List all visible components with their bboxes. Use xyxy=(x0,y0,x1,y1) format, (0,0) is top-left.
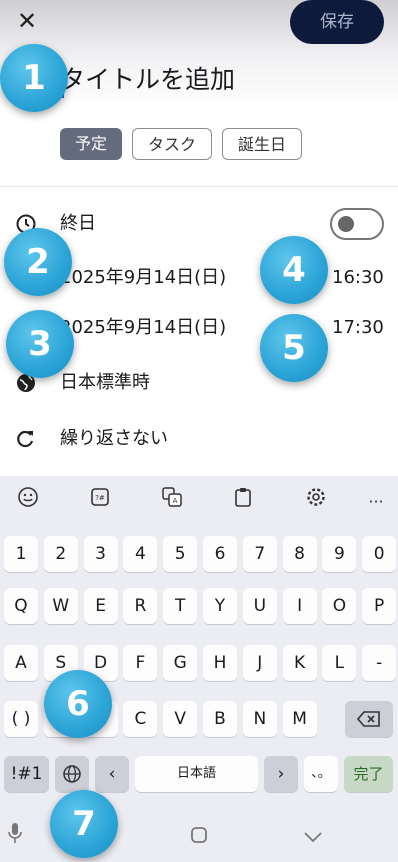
key[interactable]: U xyxy=(242,588,277,624)
annotation-badge: 6 xyxy=(44,670,112,738)
start-time[interactable]: 16:30 xyxy=(332,265,384,291)
key[interactable]: 2 xyxy=(43,536,78,572)
key[interactable]: 5 xyxy=(163,536,198,572)
more-icon[interactable]: ··· xyxy=(360,486,392,518)
divider xyxy=(0,186,398,187)
annotation-badge: 4 xyxy=(260,236,328,304)
annotation-badge: 2 xyxy=(4,228,72,296)
key[interactable]: 7 xyxy=(242,536,277,572)
key[interactable]: 9 xyxy=(322,536,357,572)
space-key[interactable]: 日本語 xyxy=(135,756,258,792)
end-time[interactable]: 17:30 xyxy=(332,315,384,341)
key[interactable]: M xyxy=(282,701,317,737)
home-icon[interactable] xyxy=(184,822,214,852)
key[interactable]: O xyxy=(322,588,357,624)
key[interactable]: - xyxy=(362,645,397,681)
symbols-key[interactable]: !#1 xyxy=(4,756,49,792)
key[interactable]: E xyxy=(83,588,118,624)
key[interactable]: 3 xyxy=(83,536,118,572)
key[interactable]: G xyxy=(163,645,198,681)
key[interactable]: T xyxy=(163,588,198,624)
start-date[interactable]: 2025年9月14日(日) xyxy=(60,265,226,291)
key[interactable]: V xyxy=(163,701,198,737)
annotation-badge: 5 xyxy=(260,314,328,382)
mic-icon[interactable] xyxy=(0,822,30,852)
repeat-icon xyxy=(14,427,38,451)
svg-text:?#: ?# xyxy=(95,494,105,502)
key[interactable]: C xyxy=(123,701,158,737)
number-icon[interactable]: ?# xyxy=(84,486,116,518)
backspace-key[interactable] xyxy=(345,701,393,737)
key[interactable]: I xyxy=(282,588,317,624)
end-date[interactable]: 2025年9月14日(日) xyxy=(60,315,226,341)
timezone-label[interactable]: 日本標準時 xyxy=(60,370,150,396)
close-icon[interactable]: ✕ xyxy=(14,8,40,34)
title-input[interactable]: タイトルを追加 xyxy=(60,60,360,100)
translate-icon[interactable]: A xyxy=(156,486,188,518)
annotation-badge: 3 xyxy=(6,310,74,378)
key[interactable]: B xyxy=(203,701,237,737)
toggle-knob xyxy=(338,216,354,232)
key[interactable]: J xyxy=(242,645,277,681)
key[interactable]: ( ) xyxy=(4,701,38,737)
chip-task[interactable]: タスク xyxy=(132,128,212,160)
key[interactable]: 1 xyxy=(4,536,38,572)
annotation-badge: 7 xyxy=(50,790,118,858)
allday-label: 終日 xyxy=(60,213,96,234)
annotation-badge: 1 xyxy=(0,44,68,112)
smiley-icon[interactable] xyxy=(12,486,44,518)
key[interactable]: P xyxy=(362,588,397,624)
key[interactable]: Y xyxy=(203,588,237,624)
key[interactable]: K xyxy=(282,645,317,681)
key[interactable]: L xyxy=(322,645,357,681)
key[interactable]: 4 xyxy=(123,536,158,572)
key[interactable]: F xyxy=(123,645,158,681)
done-key[interactable]: 完了 xyxy=(344,756,393,792)
key[interactable]: W xyxy=(43,588,78,624)
punctuation-key[interactable]: 、。 xyxy=(304,756,338,792)
cursor-left-key[interactable]: ‹ xyxy=(95,756,129,792)
gear-icon[interactable] xyxy=(300,486,332,518)
globe-key-icon[interactable] xyxy=(55,756,89,792)
save-button[interactable]: 保存 xyxy=(290,0,384,44)
allday-toggle[interactable] xyxy=(330,208,384,240)
key[interactable]: Q xyxy=(4,588,38,624)
key[interactable]: H xyxy=(203,645,237,681)
key[interactable]: R xyxy=(123,588,158,624)
title-placeholder: タイトルを追加 xyxy=(60,65,236,94)
svg-text:A: A xyxy=(173,497,178,505)
key[interactable]: 6 xyxy=(203,536,237,572)
chip-birthday[interactable]: 誕生日 xyxy=(222,128,302,160)
key[interactable]: A xyxy=(4,645,38,681)
clipboard-icon[interactable] xyxy=(227,486,259,518)
chip-event[interactable]: 予定 xyxy=(60,128,122,160)
repeat-label[interactable]: 繰り返さない xyxy=(60,426,168,452)
key[interactable]: 8 xyxy=(282,536,317,572)
cursor-right-key[interactable]: › xyxy=(264,756,298,792)
key[interactable]: 0 xyxy=(362,536,397,572)
key[interactable]: N xyxy=(242,701,277,737)
back-chevron-down-icon[interactable] xyxy=(298,822,328,852)
